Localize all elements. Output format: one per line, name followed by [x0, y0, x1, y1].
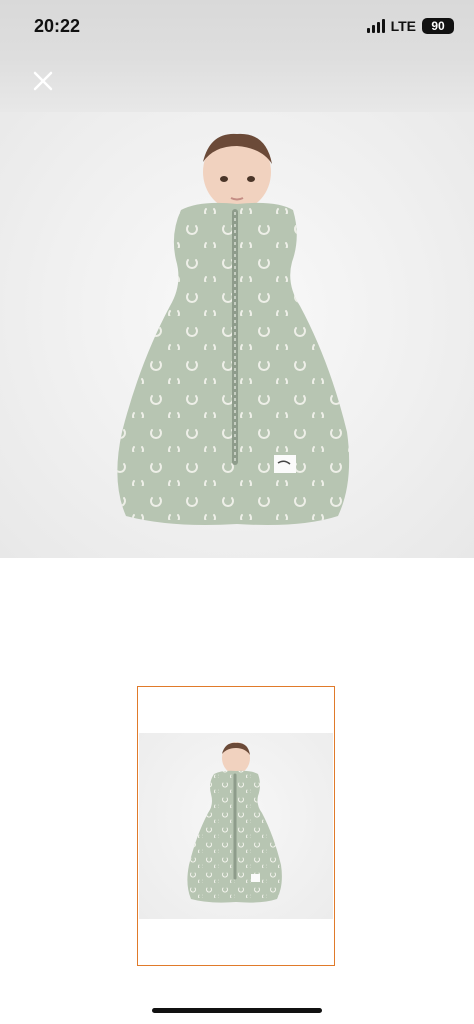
product-thumbnail-selected[interactable]: [137, 686, 335, 966]
baby-sleep-sack-illustration: [117, 133, 350, 525]
thumbnail-photo: [139, 733, 333, 919]
battery-level: 90: [422, 18, 454, 34]
signal-strength-icon: [366, 19, 385, 33]
network-type: LTE: [390, 18, 416, 34]
status-time: 20:22: [34, 16, 81, 36]
close-icon: [33, 71, 53, 91]
status-indicators: LTE 90: [366, 18, 454, 34]
viewer-toolbar: [0, 58, 474, 112]
main-product-image[interactable]: [0, 112, 474, 558]
home-indicator[interactable]: [152, 1008, 322, 1013]
close-button[interactable]: [28, 66, 58, 96]
baby-sleep-sack-thumbnail-illustration: [187, 742, 282, 903]
status-bar: 20:22 LTE 90: [0, 0, 474, 58]
